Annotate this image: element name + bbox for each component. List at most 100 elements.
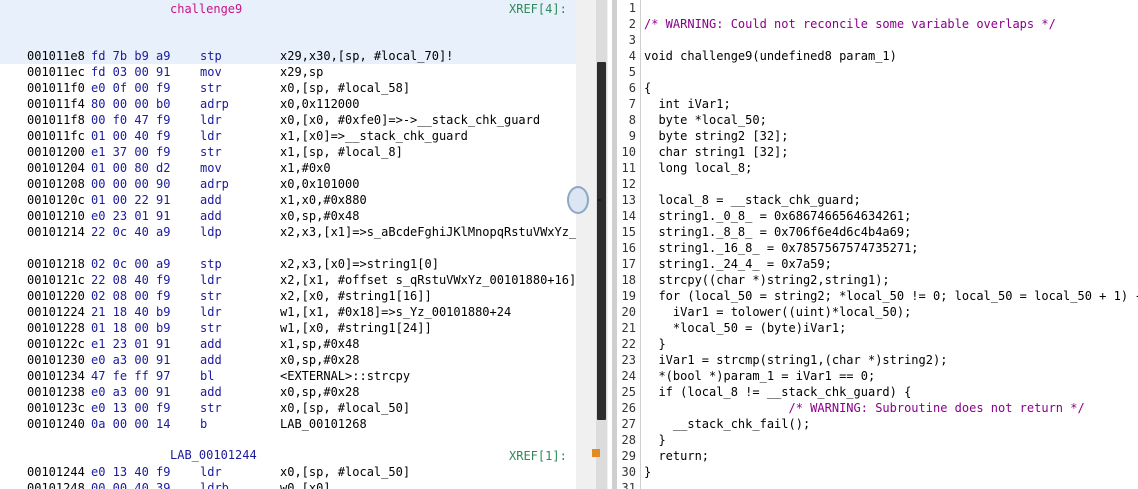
listing-row[interactable]: 00101218 02 0c 00 a9 stp x2,x3,[x0]=>string… <box>0 256 576 272</box>
instruction-bytes[interactable]: e0 a3 00 91 <box>91 352 170 368</box>
listing-row[interactable]: 001011f8 00 f0 47 f9 ldr x0,[x0, #0xfe0]=>-… <box>0 112 576 128</box>
instruction-mnemonic[interactable]: str <box>200 80 222 96</box>
instruction-mnemonic[interactable]: ldrb <box>200 480 229 489</box>
instruction-address[interactable]: 00101224 <box>27 304 85 320</box>
instruction-address[interactable]: 001011ec <box>27 64 85 80</box>
instruction-bytes[interactable]: 22 0c 40 a9 <box>91 224 170 240</box>
instruction-operands[interactable]: w1,[x1, #0x18]=>s_Yz_00101880+24 <box>280 304 511 320</box>
instruction-address[interactable]: 00101204 <box>27 160 85 176</box>
instruction-bytes[interactable]: 02 0c 00 a9 <box>91 256 170 272</box>
code-line[interactable]: /* WARNING: Could not reconcile some var… <box>644 16 1056 32</box>
instruction-address[interactable]: 00101218 <box>27 256 85 272</box>
listing-row[interactable]: 00101230 e0 a3 00 91 add x0,sp,#0x28 <box>0 352 576 368</box>
instruction-bytes[interactable]: 01 00 80 d2 <box>91 160 170 176</box>
instruction-operands[interactable]: x0,[sp, #local_58] <box>280 80 410 96</box>
instruction-operands[interactable]: x2,[x1, #offset s_qRstuVWxYz_00101880+16… <box>280 272 576 288</box>
listing-row[interactable]: 00101228 01 18 00 b9 str w1,[x0, #string1[2… <box>0 320 576 336</box>
instruction-mnemonic[interactable]: b <box>200 416 207 432</box>
instruction-mnemonic[interactable]: bl <box>200 368 214 384</box>
splitter-handle[interactable] <box>567 186 589 214</box>
instruction-operands[interactable]: x29,sp <box>280 64 323 80</box>
listing-row[interactable]: 00101208 00 00 00 90 adrp x0,0x101000 <box>0 176 576 192</box>
instruction-mnemonic[interactable]: str <box>200 144 222 160</box>
instruction-mnemonic[interactable]: ldr <box>200 272 222 288</box>
instruction-bytes[interactable]: 47 fe ff 97 <box>91 368 170 384</box>
instruction-operands[interactable]: x2,x3,[x0]=>string1[0] <box>280 256 439 272</box>
code-line[interactable]: string1._0_8_ = 0x6867466564634261; <box>644 208 911 224</box>
code-line[interactable]: *(bool *)param_1 = iVar1 == 0; <box>644 368 875 384</box>
instruction-mnemonic[interactable]: add <box>200 384 222 400</box>
instruction-address[interactable]: 00101214 <box>27 224 85 240</box>
instruction-bytes[interactable]: 21 18 40 b9 <box>91 304 170 320</box>
code-line[interactable]: /* WARNING: Subroutine does not return *… <box>644 400 1084 416</box>
instruction-operands[interactable]: LAB_00101268 <box>280 416 367 432</box>
code-line[interactable]: byte *local_50; <box>644 112 766 128</box>
instruction-address[interactable]: 00101244 <box>27 464 85 480</box>
instruction-mnemonic[interactable]: mov <box>200 64 222 80</box>
instruction-operands[interactable]: x1,#0x0 <box>280 160 331 176</box>
instruction-bytes[interactable]: 00 00 00 90 <box>91 176 170 192</box>
instruction-operands[interactable]: x1,x0,#0x880 <box>280 192 367 208</box>
listing-row[interactable]: 00101200 e1 37 00 f9 str x1,[sp, #local_8] <box>0 144 576 160</box>
xref-label-2[interactable]: XREF[1]: <box>509 449 567 463</box>
listing-row[interactable]: 00101224 21 18 40 b9 ldr w1,[x1, #0x18]=>s_… <box>0 304 576 320</box>
instruction-operands[interactable]: x0,[sp, #local_50] <box>280 400 410 416</box>
instruction-operands[interactable]: w1,[x0, #string1[24]] <box>280 320 432 336</box>
xref-label[interactable]: XREF[4]: <box>509 2 567 16</box>
code-line[interactable]: iVar1 = strcmp(string1,(char *)string2); <box>644 352 947 368</box>
instruction-bytes[interactable]: e1 37 00 f9 <box>91 144 170 160</box>
listing-row[interactable]: 00101204 01 00 80 d2 mov x1,#0x0 <box>0 160 576 176</box>
instruction-operands[interactable]: <EXTERNAL>::strcpy <box>280 368 410 384</box>
instruction-mnemonic[interactable]: mov <box>200 160 222 176</box>
code-line[interactable]: for (local_50 = string2; *local_50 != 0;… <box>644 288 1138 304</box>
listing-row[interactable]: 001011e8 fd 7b b9 a9 stp x29,x30,[sp, #loca… <box>0 48 576 64</box>
code-line[interactable]: } <box>644 464 651 480</box>
instruction-address[interactable]: 00101248 <box>27 480 85 489</box>
instruction-mnemonic[interactable]: add <box>200 352 222 368</box>
instruction-mnemonic[interactable]: add <box>200 336 222 352</box>
code-line[interactable]: string1._16_8_ = 0x7857567574735271; <box>644 240 918 256</box>
instruction-bytes[interactable]: e0 13 00 f9 <box>91 400 170 416</box>
code-line[interactable]: return; <box>644 448 709 464</box>
instruction-operands[interactable]: x1,[x0]=>__stack_chk_guard <box>280 128 468 144</box>
instruction-address[interactable]: 00101228 <box>27 320 85 336</box>
instruction-bytes[interactable]: fd 03 00 91 <box>91 64 170 80</box>
function-title[interactable]: challenge9 <box>170 2 242 16</box>
listing-row[interactable]: 00101220 02 08 00 f9 str x2,[x0, #string1[1… <box>0 288 576 304</box>
instruction-address[interactable]: 001011f4 <box>27 96 85 112</box>
instruction-address[interactable]: 00101208 <box>27 176 85 192</box>
listing-row[interactable]: 00101214 22 0c 40 a9 ldp x2,x3,[x1]=>s_aBcd… <box>0 224 576 240</box>
instruction-mnemonic[interactable]: stp <box>200 48 222 64</box>
code-line[interactable]: { <box>644 80 651 96</box>
instruction-mnemonic[interactable]: str <box>200 400 222 416</box>
instruction-bytes[interactable]: e0 23 01 91 <box>91 208 170 224</box>
instruction-bytes[interactable]: 01 00 22 91 <box>91 192 170 208</box>
instruction-mnemonic[interactable]: adrp <box>200 176 229 192</box>
instruction-address[interactable]: 001011fc <box>27 128 85 144</box>
instruction-operands[interactable]: w0,[x0] <box>280 480 331 489</box>
instruction-mnemonic[interactable]: ldp <box>200 224 222 240</box>
instruction-mnemonic[interactable]: ldr <box>200 304 222 320</box>
instruction-operands[interactable]: x0,0x101000 <box>280 176 359 192</box>
code-line[interactable]: char string1 [32]; <box>644 144 788 160</box>
code-line[interactable]: byte string2 [32]; <box>644 128 788 144</box>
instruction-address[interactable]: 00101234 <box>27 368 85 384</box>
listing-row[interactable]: 00101240 0a 00 00 14 b LAB_00101268 <box>0 416 576 432</box>
instruction-mnemonic[interactable]: stp <box>200 256 222 272</box>
instruction-operands[interactable]: x1,sp,#0x48 <box>280 336 359 352</box>
instruction-bytes[interactable]: 22 08 40 f9 <box>91 272 170 288</box>
code-line[interactable]: *local_50 = (byte)iVar1; <box>644 320 846 336</box>
instruction-mnemonic[interactable]: add <box>200 192 222 208</box>
label-lab-00101244[interactable]: LAB_00101244 <box>170 447 257 463</box>
instruction-operands[interactable]: x0,[x0, #0xfe0]=>->__stack_chk_guard <box>280 112 540 128</box>
instruction-address[interactable]: 00101230 <box>27 352 85 368</box>
instruction-operands[interactable]: x0,sp,#0x28 <box>280 352 359 368</box>
listing-row[interactable]: 0010121c 22 08 40 f9 ldr x2,[x1, #offset s_… <box>0 272 576 288</box>
code-line[interactable]: int iVar1; <box>644 96 730 112</box>
code-line[interactable]: if (local_8 != __stack_chk_guard) { <box>644 384 911 400</box>
code-line[interactable]: void challenge9(undefined8 param_1) <box>644 48 897 64</box>
instruction-operands[interactable]: x0,[sp, #local_50] <box>280 464 410 480</box>
instruction-bytes[interactable]: fd 7b b9 a9 <box>91 48 170 64</box>
instruction-address[interactable]: 001011f0 <box>27 80 85 96</box>
code-line[interactable]: iVar1 = tolower((uint)*local_50); <box>644 304 911 320</box>
